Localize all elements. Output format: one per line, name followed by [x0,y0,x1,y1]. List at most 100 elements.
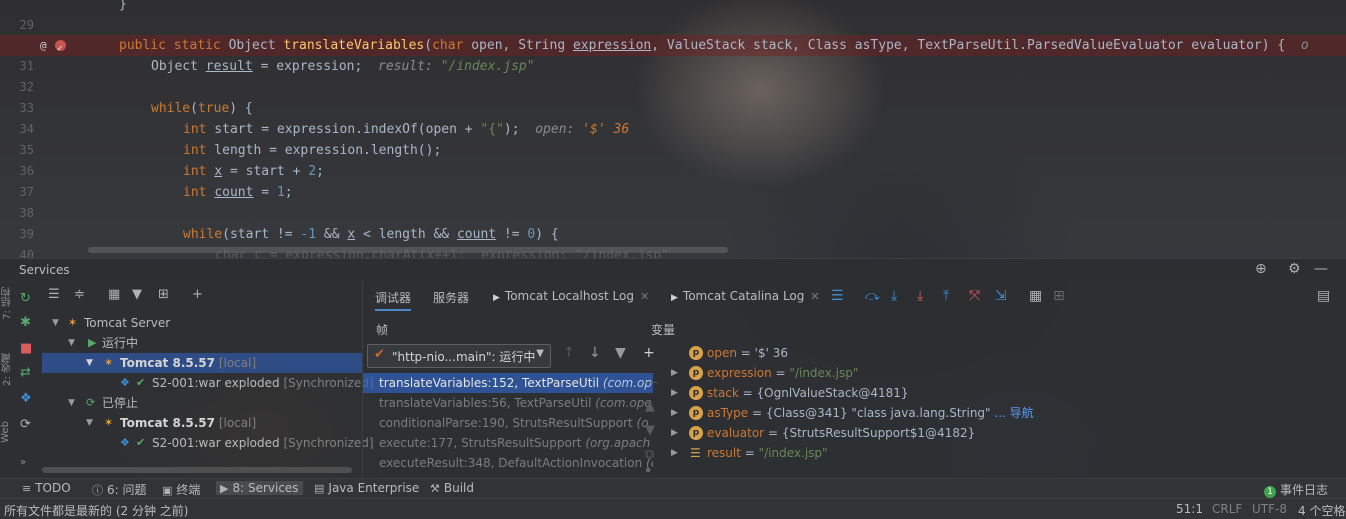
add-watch-icon[interactable]: + [643,345,655,361]
web-tab[interactable]: Web [0,421,14,443]
tree-node-stopped[interactable]: ▼ ⟳ 已停止 [42,393,362,413]
favorites-tab[interactable]: 2: 收藏 [0,353,14,386]
stop-icon[interactable]: ■ [20,341,32,356]
tree-node-artifact-stopped[interactable]: ❖ ✔ S2-001:war exploded [Synchronized] [42,433,374,453]
tree-horizontal-scrollbar[interactable] [42,467,352,473]
debugger-panel: 调试器 服务器 ▶ Tomcat Localhost Log ✕ ▶ Tomcat C… [362,281,1346,479]
tab-event-log[interactable]: 1 事件日志 [1264,481,1328,498]
collapse-all-icon[interactable]: ≑ [74,287,85,302]
thread-selector[interactable]: ✔ "http-nio...main": 运行中 ▼ [367,344,551,368]
tree-node-tomcat-running[interactable]: ▼ ✶ Tomcat 8.5.57 [local] [42,353,362,373]
editor-horizontal-scrollbar[interactable] [88,247,728,253]
code-line: 35 int start = expression.indexOf(open +… [0,119,1346,157]
force-step-into-icon[interactable]: ⤓ [917,288,923,304]
close-icon[interactable]: ✕ [640,290,649,303]
expand-all-icon[interactable]: ☰ [48,287,60,302]
frame-up-icon[interactable]: ↑ [563,345,575,361]
stack-frame[interactable]: translateVariables:152, TextParseUtil (c… [363,373,653,393]
chevron-down-icon[interactable]: ▼ [68,393,75,413]
stack-frame[interactable]: conditionalParse:190, StrutsResultSuppor… [363,413,653,433]
chevron-down-icon[interactable]: ▼ [68,333,75,353]
chevron-down-icon[interactable]: ▼ [536,348,544,359]
copy-icon[interactable]: ⧉ [645,447,654,462]
minimize-icon[interactable]: — [1314,261,1328,277]
tomcat-icon: ✶ [104,416,114,429]
chevron-right-icon[interactable]: ▶ [671,383,678,403]
tab-java-enterprise[interactable]: ▤ Java Enterprise [314,481,419,495]
refresh-icon[interactable]: ⟳ [20,417,31,432]
variable-value: "/index.jsp" [758,446,828,460]
left-tool-strip: 7: 结构 2: 收藏 Web [0,281,14,479]
filter-icon[interactable]: ▼ [132,287,142,302]
step-into-icon[interactable]: ⤓ [891,288,897,304]
chevron-down-icon[interactable]: ▼ [52,313,59,333]
tree-node-label: 运行中 [102,336,139,350]
tab-catalina-log[interactable]: ▶ Tomcat Catalina Log ✕ [671,289,820,303]
tree-node-label: Tomcat 8.5.57 [120,356,215,370]
more-icon[interactable]: » [645,465,651,476]
stack-frame[interactable]: translateVariables:56, TextParseUtil (co… [363,393,653,413]
tab-label: Tomcat Catalina Log [682,289,805,303]
deploy-icon[interactable]: ⇄ [20,365,31,380]
indent-setting[interactable]: 4 个空格 [1298,502,1345,519]
step-out-icon[interactable]: ⤒ [943,288,949,304]
gear-icon[interactable]: ⚙ [1288,261,1301,277]
tree-node-tomcat-stopped[interactable]: ▼ ✶ Tomcat 8.5.57 [local] [42,413,362,433]
stack-frame[interactable]: execute:177, StrutsResultSupport (org.ap… [363,433,653,453]
trace-icon[interactable]: ⊞ [1053,288,1065,304]
tab-terminal[interactable]: ▣ 终端 [162,481,200,498]
rerun-icon[interactable]: ↻ [20,291,31,306]
remove-watch-icon[interactable]: — [645,375,658,390]
variable-value: {StrutsResultSupport$1@4182} [781,426,976,440]
caret-position[interactable]: 51:1 [1176,502,1203,516]
run-to-cursor-icon[interactable]: ⇲ [995,288,1007,304]
hammer-icon: ⚒ [430,482,440,495]
tree-node-tomcat-server[interactable]: ▼ ✶ Tomcat Server [42,313,362,333]
move-down-icon[interactable]: ▼ [645,423,655,438]
tab-build[interactable]: ⚒ Build [430,481,474,495]
tab-problems[interactable]: ⓘ 6: 问题 [92,481,147,498]
tab-services[interactable]: ▶ 8: Services [216,481,303,495]
frame-down-icon[interactable]: ↓ [589,345,601,361]
chevron-down-icon[interactable]: ▼ [86,413,93,433]
move-up-icon[interactable]: ▲ [645,399,655,414]
show-execution-point-icon[interactable]: ☰ [831,288,844,304]
stack-frame[interactable]: executeResult:348, DefaultActionInvocati… [363,453,653,473]
code-editor[interactable]: 29 } 31 @ ✓ public static Object transla… [0,0,1346,262]
crosshair-icon[interactable]: ⊕ [1255,261,1267,277]
tree-node-running[interactable]: ▼ ▶ 运行中 [42,333,362,353]
frame-filter-icon[interactable]: ▼ [615,345,626,361]
line-separator[interactable]: CRLF [1212,502,1242,516]
code-text: int start = expression.indexOf(open + "{… [183,122,630,137]
tab-server[interactable]: 服务器 [433,289,469,306]
layout-icon[interactable]: ▤ [1317,288,1330,304]
more-icon[interactable]: » [20,457,26,468]
chevron-right-icon[interactable]: ▶ [671,443,678,463]
tab-debugger[interactable]: 调试器 [375,289,412,311]
chevron-right-icon[interactable]: ▶ [671,423,678,443]
running-icon: ▶ [88,336,97,349]
evaluate-icon[interactable]: ▦ [1029,288,1042,304]
close-icon[interactable]: ✕ [810,290,819,303]
tab-localhost-log[interactable]: ▶ Tomcat Localhost Log ✕ [493,289,649,303]
new-tab-icon[interactable]: ⊞ [158,287,169,302]
structure-tab[interactable]: 7: 结构 [0,287,14,320]
variable-value: {Class@341} "class java.lang.String" [765,406,991,420]
group-icon[interactable]: ▦ [108,287,120,302]
chevron-down-icon[interactable]: ▼ [86,353,93,373]
drop-frame-icon[interactable]: ⤧ [969,288,980,304]
tab-todo[interactable]: ≡ TODO [22,481,71,495]
add-icon[interactable]: + [192,287,203,302]
chevron-right-icon[interactable]: ▶ [671,403,678,423]
artifact-icon[interactable]: ❖ [20,391,32,406]
debug-icon[interactable]: ✱ [20,315,31,330]
navigate-link[interactable]: ... 导航 [994,406,1033,420]
step-over-icon[interactable]: ⤼ [865,288,880,304]
override-marker-icon[interactable]: @ [40,35,47,56]
file-encoding[interactable]: UTF-8 [1252,502,1287,516]
parameter-icon: p [689,386,703,400]
chevron-right-icon[interactable]: ▶ [671,363,678,383]
bottom-tool-tabs: ≡ TODO ⓘ 6: 问题 ▣ 终端 ▶ 8: Services ▤ Java Ente… [0,478,1346,499]
variable-value: {OgnlValueStack@4181} [756,386,909,400]
tree-node-artifact-running[interactable]: ❖ ✔ S2-001:war exploded [Synchronized] [42,373,374,393]
